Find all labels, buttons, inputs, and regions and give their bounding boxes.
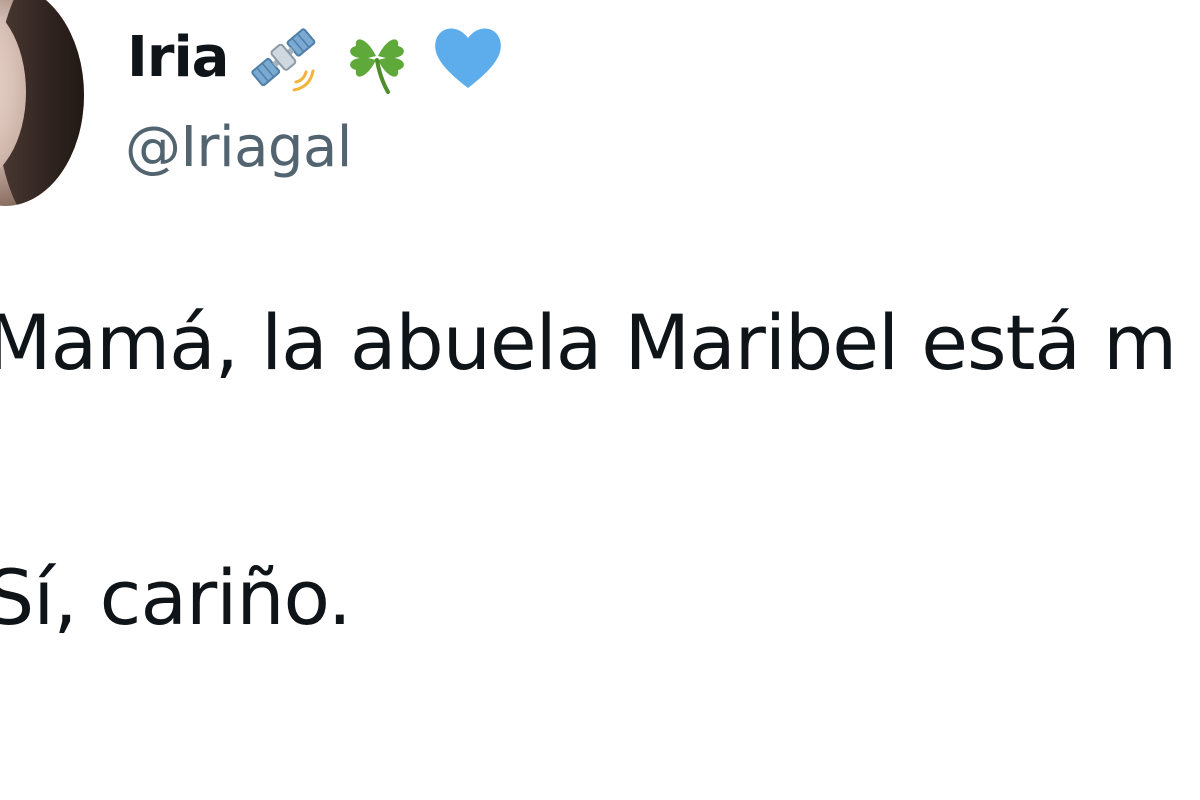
display-name[interactable]: Iria: [127, 30, 229, 86]
blue-heart-icon: [435, 28, 502, 88]
tweet-card: Iria @Iriagal Mamá, la abuela Maribel es…: [0, 0, 1200, 800]
avatar[interactable]: [0, 0, 84, 206]
four-leaf-clover-icon: [350, 39, 405, 94]
author-handle[interactable]: @Iriagal: [125, 120, 352, 176]
tweet-text-line-1: Mamá, la abuela Maribel está m: [0, 298, 1177, 387]
tweet-text-line-2: Sí, cariño.: [0, 553, 352, 642]
satellite-icon: [251, 28, 316, 92]
author-name-row[interactable]: Iria: [127, 18, 508, 98]
